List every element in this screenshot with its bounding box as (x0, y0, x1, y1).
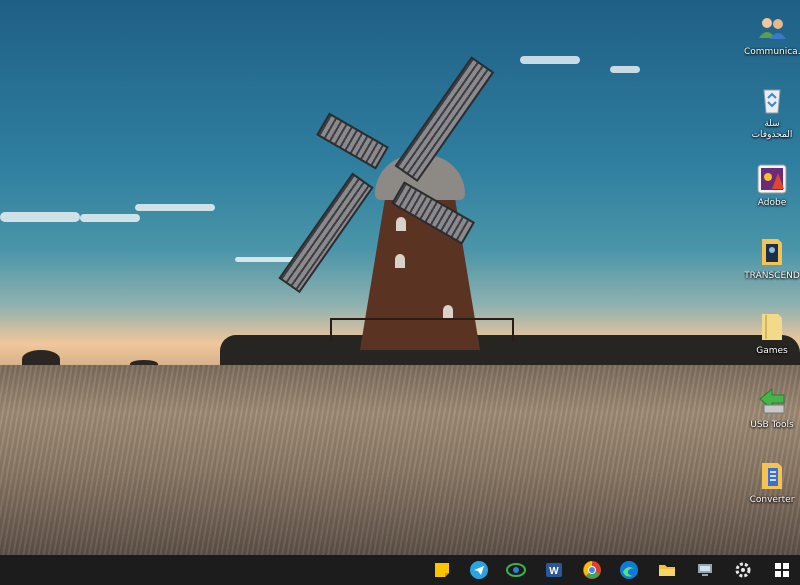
chrome-icon[interactable] (582, 560, 602, 580)
folder-icon (756, 311, 788, 343)
cloud (80, 214, 140, 222)
desktop-icon-label: Communica... (744, 47, 800, 57)
people-icon (756, 12, 788, 44)
desktop-icon-recycle-bin[interactable]: سلة المحذوفات (744, 84, 800, 141)
desktop-icon-label: Games (756, 346, 788, 356)
desktop-icon-converter[interactable]: Converter (744, 460, 800, 506)
windmill-railing (330, 318, 514, 342)
word-icon[interactable]: W (544, 560, 564, 580)
desktop-wallpaper (0, 0, 800, 555)
desktop-icon-label: Adobe (757, 198, 787, 208)
telegram-icon[interactable] (469, 560, 489, 580)
usb-arrow-icon (756, 385, 788, 417)
edge-icon[interactable] (619, 560, 639, 580)
download-manager-icon[interactable] (506, 560, 526, 580)
svg-text:W: W (549, 566, 559, 577)
windmill-window (395, 254, 405, 268)
file-explorer-icon[interactable] (657, 560, 677, 580)
windmill-window (396, 217, 406, 231)
windmill-window (443, 305, 453, 319)
network-icon[interactable] (695, 560, 715, 580)
cloud (0, 212, 80, 222)
desktop-icon-communications[interactable]: Communica... (744, 12, 800, 58)
desktop-icon-label: سلة المحذوفات (751, 119, 793, 140)
desktop-icon-transcend[interactable]: TRANSCEND (744, 236, 800, 282)
desktop-icon-usb-tools[interactable]: USB Tools (744, 385, 800, 431)
desktop-icon-label: TRANSCEND (744, 271, 800, 281)
folder-icon (756, 460, 788, 492)
windmill-sail (316, 112, 389, 170)
sticky-notes-icon[interactable] (432, 560, 452, 580)
desktop-icon-label: Converter (749, 495, 795, 505)
desktop-icon-label: USB Tools (750, 420, 794, 430)
adobe-app-icon (756, 163, 788, 195)
desktop-icon-games[interactable]: Games (744, 311, 800, 357)
cloud (520, 56, 580, 64)
taskbar: W (0, 555, 800, 585)
settings-gear-icon[interactable] (733, 560, 753, 580)
cloud (610, 66, 640, 73)
wheat-field (0, 365, 800, 555)
cloud (135, 204, 215, 211)
windmill-sail (278, 172, 374, 294)
folder-icon (756, 236, 788, 268)
desktop-icon-adobe[interactable]: Adobe (744, 163, 800, 209)
recycle-bin-icon (756, 84, 788, 116)
windows-start-icon[interactable] (772, 560, 792, 580)
